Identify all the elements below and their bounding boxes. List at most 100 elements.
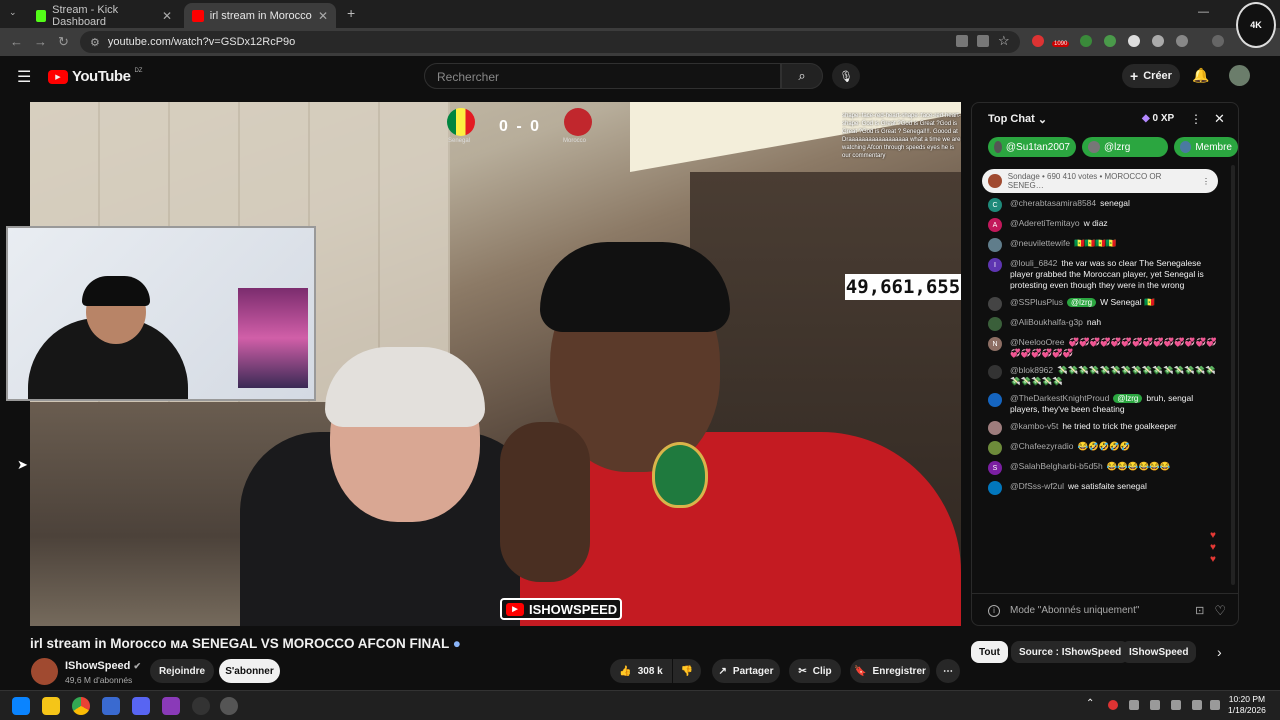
like-button[interactable]: 👍 308 k xyxy=(610,659,672,683)
close-icon[interactable]: ✕ xyxy=(318,9,328,23)
avatar[interactable]: N xyxy=(988,337,1002,351)
avatar[interactable]: S xyxy=(988,461,1002,475)
search-button[interactable]: ⌕ xyxy=(781,63,823,89)
chat-message[interactable]: @DfSss-wf2ul we satisfaite senegal xyxy=(972,478,1234,498)
volume-icon[interactable] xyxy=(1210,700,1220,710)
chat-message[interactable]: A @AderetiTemitayo w diaz xyxy=(972,215,1234,235)
system-clock[interactable]: 10:20 PM 1/18/2026 xyxy=(1228,694,1266,716)
headset-icon[interactable] xyxy=(1129,700,1139,710)
avatar[interactable]: I xyxy=(988,258,1002,272)
chat-author[interactable]: @kambo-v5t xyxy=(1010,421,1058,431)
avatar[interactable] xyxy=(988,317,1002,331)
avatar[interactable]: C xyxy=(988,198,1002,212)
clip-button[interactable]: ✂ Clip xyxy=(789,659,841,683)
account-avatar[interactable] xyxy=(1229,65,1250,86)
channel-avatar[interactable] xyxy=(31,658,58,685)
chat-scrollbar[interactable] xyxy=(1231,165,1235,585)
chat-author[interactable]: @blok8962 xyxy=(1010,365,1053,375)
info-icon[interactable]: i xyxy=(988,604,1000,617)
tab-search-icon[interactable]: ⌄ xyxy=(9,7,17,18)
new-tab-icon[interactable]: + xyxy=(347,5,355,21)
menu-icon[interactable]: ☰ xyxy=(17,67,31,87)
chat-message[interactable]: S @SalahBelgharbi-b5d5h 😂😂😂😂😂😂 xyxy=(972,458,1234,478)
chat-author[interactable]: @TheDarkestKnightProud xyxy=(1010,393,1109,403)
translate-icon[interactable] xyxy=(977,35,989,47)
super-chat-icon[interactable]: ⊡ xyxy=(1195,604,1204,617)
chat-author[interactable]: @Chafeezyradio xyxy=(1010,441,1073,451)
chat-author[interactable]: @DfSss-wf2ul xyxy=(1010,481,1064,491)
chat-message[interactable]: C @cherabtasamira8584 senegal xyxy=(972,195,1234,215)
extension-icon[interactable] xyxy=(1080,35,1092,47)
media-player-icon[interactable] xyxy=(220,697,238,715)
dislike-button[interactable]: 👎 xyxy=(673,659,701,683)
filter-chip-channel[interactable]: IShowSpeed xyxy=(1121,641,1197,663)
tray-chevron-icon[interactable]: ⌃ xyxy=(1086,698,1094,709)
forward-icon[interactable]: → xyxy=(34,34,47,49)
tab-youtube[interactable]: irl stream in Morocco ᴍᴀ S ✕ xyxy=(184,3,336,28)
avatar[interactable] xyxy=(988,441,1002,455)
chat-message[interactable]: @SSPlusPlus @lzrg W Senegal 🇸🇳 xyxy=(972,294,1234,314)
filter-chip-source[interactable]: Source : IShowSpeed xyxy=(1011,641,1130,663)
app-icon[interactable] xyxy=(162,697,180,715)
discord-icon[interactable] xyxy=(132,697,150,715)
chrome-icon[interactable] xyxy=(72,697,90,715)
chat-message[interactable]: @Chafeezyradio 😂🤣🤣🤣🤣 xyxy=(972,438,1234,458)
chat-message[interactable]: @AliBoukhalfa-g3p nah xyxy=(972,314,1234,334)
avatar[interactable] xyxy=(988,393,1002,407)
youtube-logo[interactable]: ▶ YouTube DZ xyxy=(48,68,142,85)
tray-icon[interactable] xyxy=(1108,700,1118,710)
heart-icon[interactable]: ♡ xyxy=(1214,603,1226,619)
chat-more-icon[interactable]: ⋮ xyxy=(1190,112,1202,126)
chat-author[interactable]: @NeelooOree xyxy=(1010,337,1064,347)
share-button[interactable]: ↗ Partager xyxy=(712,659,780,683)
chat-message[interactable]: N @NeelooOree 💞💞💞💞💞💞💞💞💞💞💞💞💞💞💞💞💞💞💞💞 xyxy=(972,334,1234,362)
membre-chip[interactable]: Membre xyxy=(1174,137,1238,157)
site-info-icon[interactable]: ⚙ xyxy=(90,36,100,49)
chat-message[interactable]: @TheDarkestKnightProud @lzrg bruh, sengal … xyxy=(972,390,1234,418)
voice-search-button[interactable]: 🎙 xyxy=(832,63,860,89)
channel-name[interactable]: IShowSpeed ✔ xyxy=(65,660,141,672)
windows-start-icon[interactable] xyxy=(12,697,30,715)
extension-icon[interactable] xyxy=(1128,35,1140,47)
network-icon[interactable] xyxy=(1192,700,1202,710)
install-icon[interactable] xyxy=(956,35,968,47)
poll-more-icon[interactable]: ⋮ xyxy=(1202,177,1210,186)
back-icon[interactable]: ← xyxy=(10,34,23,49)
chat-author[interactable]: @neuvilettewife xyxy=(1010,238,1070,248)
chat-author[interactable]: @SSPlusPlus xyxy=(1010,297,1063,307)
chevron-right-icon[interactable]: › xyxy=(1217,644,1222,660)
usb-icon[interactable] xyxy=(1150,700,1160,710)
app-icon[interactable] xyxy=(102,697,120,715)
filter-chip-tout[interactable]: Tout xyxy=(971,641,1008,663)
avatar[interactable]: A xyxy=(988,218,1002,232)
extension-icon[interactable] xyxy=(1032,35,1044,47)
chat-author[interactable]: @AliBoukhalfa-g3p xyxy=(1010,317,1083,327)
xp-badge[interactable]: ◆ 0 XP xyxy=(1142,113,1174,124)
join-button[interactable]: Rejoindre xyxy=(150,659,214,683)
bookmark-star-icon[interactable]: ☆ xyxy=(998,33,1010,49)
chat-message[interactable]: I @louli_6842 the var was so clear The Sen… xyxy=(972,255,1234,294)
chat-author[interactable]: @louli_6842 xyxy=(1010,258,1057,268)
extensions-puzzle-icon[interactable] xyxy=(1176,35,1188,47)
profile-icon[interactable] xyxy=(1212,35,1224,47)
chat-message[interactable]: @neuvilettewife 🇸🇳🇸🇳🇸🇳🇸🇳 xyxy=(972,235,1234,255)
chat-author[interactable]: @SalahBelgharbi-b5d5h xyxy=(1010,461,1103,471)
extension-icon[interactable] xyxy=(1104,35,1116,47)
chat-author[interactable]: @cherabtasamira8584 xyxy=(1010,198,1096,208)
close-icon[interactable]: ✕ xyxy=(162,9,172,23)
avatar[interactable] xyxy=(988,365,1002,379)
search-input[interactable]: Rechercher xyxy=(424,63,781,89)
url-field[interactable]: ⚙ youtube.com/watch?v=GSDx12RcP9o xyxy=(80,31,1020,53)
obs-icon[interactable] xyxy=(192,697,210,715)
reload-icon[interactable]: ↻ xyxy=(58,34,69,50)
avatar[interactable] xyxy=(988,481,1002,495)
file-explorer-icon[interactable] xyxy=(42,697,60,715)
tab-kick-dashboard[interactable]: Stream - Kick Dashboard ✕ xyxy=(28,3,180,28)
chat-message[interactable]: @kambo-v5t he tried to trick the goalkeep… xyxy=(972,418,1234,438)
more-actions-button[interactable]: ⋯ xyxy=(936,659,960,683)
pinned-user-chip[interactable]: @lzrg xyxy=(1082,137,1168,157)
avatar[interactable] xyxy=(988,297,1002,311)
create-button[interactable]: + Créer xyxy=(1122,64,1180,88)
minimize-icon[interactable]: — xyxy=(1198,6,1209,18)
poll-banner[interactable]: Sondage • 690 410 votes • MOROCCO OR SEN… xyxy=(982,169,1218,193)
